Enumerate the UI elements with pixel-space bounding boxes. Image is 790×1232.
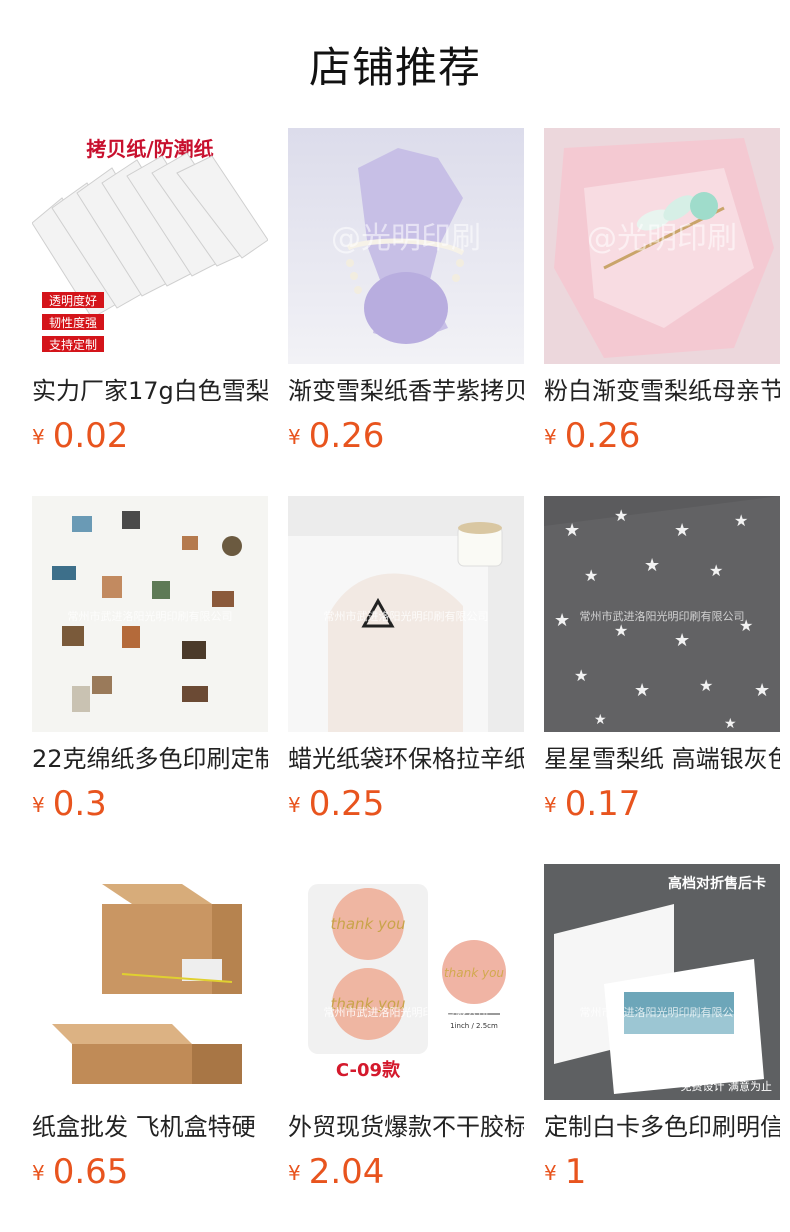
svg-text:常州市武进洛阳光明印刷有限公司: 常州市武进洛阳光明印刷有限公司: [68, 1005, 233, 1019]
product-name[interactable]: 蜡光纸袋环保格拉辛纸袋: [288, 743, 524, 775]
svg-text:★: ★: [554, 610, 570, 631]
product-price: ¥0.25: [288, 784, 384, 824]
svg-text:★: ★: [614, 506, 628, 525]
currency-symbol: ¥: [288, 1161, 301, 1185]
svg-text:★: ★: [564, 520, 580, 541]
svg-text:★: ★: [734, 511, 748, 530]
price-value: 0.65: [52, 1152, 129, 1192]
svg-text:常州市武进洛阳光明印刷有限公司: 常州市武进洛阳光明印刷有限公司: [580, 1005, 745, 1019]
svg-text:thank you: thank you: [444, 966, 504, 980]
svg-text:★: ★: [574, 666, 588, 685]
currency-symbol: ¥: [32, 1161, 45, 1185]
product-price: ¥0.02: [32, 416, 128, 456]
product-card[interactable]: 拷贝纸/防潮纸 透明度好 韧性度强 支持定制 实力厂家17g白色雪梨纸 ¥ 0.…: [32, 128, 268, 456]
product-image[interactable]: @光明印刷: [288, 128, 524, 364]
price-value: 0.26: [564, 416, 641, 456]
price-value: 0.25: [308, 784, 385, 824]
product-card[interactable]: thank you thank you thank you 1inch / 2.…: [288, 864, 524, 1192]
svg-text:常州市武进洛阳光明印刷有限公司: 常州市武进洛阳光明印刷有限公司: [324, 1005, 489, 1019]
svg-text:拷贝纸/防潮纸: 拷贝纸/防潮纸: [86, 137, 213, 161]
svg-text:C-09款: C-09款: [336, 1059, 401, 1081]
product-name[interactable]: 22克绵纸多色印刷定制: [32, 743, 268, 775]
price-value: 2.04: [308, 1152, 385, 1192]
product-card[interactable]: 常州市武进洛阳光明印刷有限公司 纸盒批发 飞机盒特硬 ¥0.65: [32, 864, 268, 1192]
svg-text:★: ★: [644, 555, 660, 576]
product-price: ¥0.26: [288, 416, 384, 456]
product-image[interactable]: 常州市武进洛阳光明印刷有限公司: [32, 496, 268, 732]
product-name[interactable]: 定制白卡多色印刷明信片: [544, 1111, 780, 1143]
currency-symbol: ¥: [544, 425, 557, 449]
price-value: 0.3: [52, 784, 107, 824]
svg-text:★: ★: [674, 520, 690, 541]
svg-text:@光明印刷: @光明印刷: [587, 221, 737, 256]
product-name[interactable]: 粉白渐变雪梨纸母亲节: [544, 375, 780, 407]
svg-text:★: ★: [594, 712, 607, 728]
product-card[interactable]: ★ ★ ★ ★ ★ ★ ★ ★ ★ ★ ★ ★ ★ ★ ★ ★ ★ 常州市武进洛阳光明印刷有限公…: [544, 496, 780, 824]
product-card[interactable]: @光明印刷 粉白渐变雪梨纸母亲节 ¥0.26: [544, 128, 780, 456]
product-name[interactable]: 实力厂家17g白色雪梨纸: [32, 375, 268, 407]
price-value: 0.26: [308, 416, 385, 456]
product-card[interactable]: 高档对折售后卡 • 免费设计 满意为止 常州市武进洛阳光明印刷有限公司 定制白卡…: [544, 864, 780, 1192]
price-value: 0.02: [52, 416, 129, 456]
currency-symbol: ¥: [32, 793, 45, 817]
svg-text:常州市武进洛阳光明印刷有限公司: 常州市武进洛阳光明印刷有限公司: [68, 609, 233, 623]
product-name[interactable]: 纸盒批发 飞机盒特硬: [32, 1111, 268, 1143]
product-image[interactable]: ★ ★ ★ ★ ★ ★ ★ ★ ★ ★ ★ ★ ★ ★ ★ ★ ★ 常州市武进洛阳光明印刷有限公…: [544, 496, 780, 732]
product-image[interactable]: thank you thank you thank you 1inch / 2.…: [288, 864, 524, 1100]
svg-text:透明度好: 透明度好: [49, 293, 97, 308]
price-value: 0.17: [564, 784, 641, 824]
product-price: ¥0.65: [32, 1152, 128, 1192]
svg-text:★: ★: [709, 561, 723, 580]
product-name[interactable]: 星星雪梨纸 高端银灰色: [544, 743, 780, 775]
svg-text:常州市武进洛阳光明印刷有限公司: 常州市武进洛阳光明印刷有限公司: [324, 609, 489, 623]
svg-text:★: ★: [724, 716, 737, 732]
product-image[interactable]: 高档对折售后卡 • 免费设计 满意为止 常州市武进洛阳光明印刷有限公司: [544, 864, 780, 1100]
svg-text:★: ★: [614, 621, 628, 640]
currency-symbol: ¥: [544, 793, 557, 817]
currency-symbol: ¥: [544, 1161, 557, 1185]
svg-text:★: ★: [699, 676, 713, 695]
svg-text:★: ★: [634, 680, 650, 701]
product-card[interactable]: @光明印刷 渐变雪梨纸香芋紫拷贝纸 ¥0.26: [288, 128, 524, 456]
product-name[interactable]: 渐变雪梨纸香芋紫拷贝纸: [288, 375, 524, 407]
product-image[interactable]: 拷贝纸/防潮纸 透明度好 韧性度强 支持定制: [32, 128, 268, 364]
page-title: 店铺推荐: [308, 43, 481, 92]
product-price: ¥1: [544, 1152, 586, 1192]
price-value: 1: [564, 1152, 587, 1192]
currency-symbol: ¥: [288, 793, 301, 817]
svg-text:thank you: thank you: [330, 915, 405, 933]
currency-symbol: ¥: [288, 425, 301, 449]
svg-text:• 免费设计 满意为止: • 免费设计 满意为止: [671, 1079, 772, 1093]
product-image[interactable]: @光明印刷: [544, 128, 780, 364]
svg-text:韧性度强: 韧性度强: [49, 315, 97, 330]
currency-symbol: ¥: [32, 425, 45, 449]
svg-text:高档对折售后卡: 高档对折售后卡: [668, 875, 766, 892]
product-price: ¥2.04: [288, 1152, 384, 1192]
svg-text:支持定制: 支持定制: [49, 337, 97, 352]
product-image[interactable]: 常州市武进洛阳光明印刷有限公司: [288, 496, 524, 732]
product-price: ¥0.26: [544, 416, 640, 456]
svg-text:★: ★: [674, 630, 690, 651]
product-price: ¥0.3: [32, 784, 107, 824]
svg-text:常州市武进洛阳光明印刷有限公司: 常州市武进洛阳光明印刷有限公司: [580, 609, 745, 623]
product-card[interactable]: 常州市武进洛阳光明印刷有限公司 蜡光纸袋环保格拉辛纸袋 ¥0.25: [288, 496, 524, 824]
svg-text:@光明印刷: @光明印刷: [331, 221, 481, 256]
svg-text:★: ★: [754, 680, 770, 701]
svg-text:1inch / 2.5cm: 1inch / 2.5cm: [450, 1022, 498, 1030]
product-image[interactable]: 常州市武进洛阳光明印刷有限公司: [32, 864, 268, 1100]
svg-text:★: ★: [584, 566, 598, 585]
product-name[interactable]: 外贸现货爆款不干胶标签: [288, 1111, 524, 1143]
product-price: ¥0.17: [544, 784, 640, 824]
product-card[interactable]: 常州市武进洛阳光明印刷有限公司 22克绵纸多色印刷定制 ¥0.3: [32, 496, 268, 824]
